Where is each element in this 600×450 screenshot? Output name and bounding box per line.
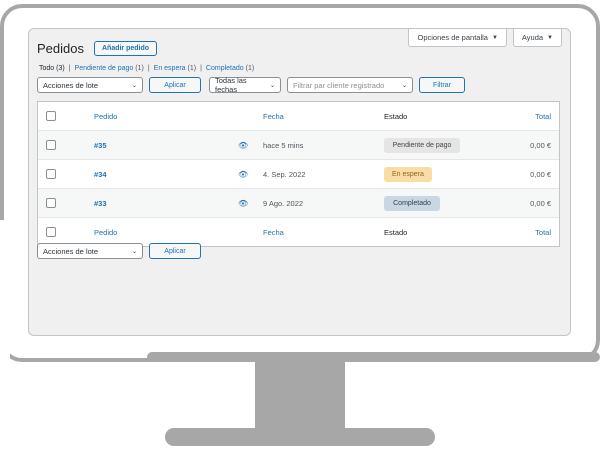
bottom-bulk-actions: Acciones de lote ⌄ Aplicar <box>37 243 201 259</box>
order-date: hace 5 mins <box>263 140 304 150</box>
monitor-stand <box>255 360 345 430</box>
table-header-row: Pedido Fecha Estado Total <box>38 102 559 130</box>
help-label: Ayuda <box>521 33 544 42</box>
admin-screen: Opciones de pantalla ▼ Ayuda ▼ Pedidos A… <box>28 28 571 336</box>
table-footer-row: Pedido Fecha Estado Total <box>38 217 559 246</box>
chevron-down-icon: ⌄ <box>401 82 407 89</box>
status-cell: En espera <box>384 166 432 182</box>
separator: | <box>200 65 202 72</box>
order-total: 0,00 € <box>530 140 551 150</box>
order-link[interactable]: #35 <box>94 141 107 150</box>
screen-options-label: Opciones de pantalla <box>417 33 488 42</box>
order-link[interactable]: #33 <box>94 199 107 208</box>
bulk-actions-select-bottom[interactable]: Acciones de lote ⌄ <box>37 243 143 259</box>
screen-options-button[interactable]: Opciones de pantalla ▼ <box>408 29 507 47</box>
order-date: 4. Sep. 2022 <box>263 169 306 179</box>
status-badge: Pendiente de pago <box>384 137 460 153</box>
page-title: Pedidos <box>37 41 84 56</box>
date-column-footer[interactable]: Fecha <box>263 228 284 237</box>
order-date: 9 Ago. 2022 <box>263 198 304 208</box>
apply-button-bottom[interactable]: Aplicar <box>149 243 201 259</box>
monitor-base <box>165 428 435 446</box>
date-filter-select[interactable]: Todas las fechas ⌄ <box>209 76 281 94</box>
eye-icon[interactable]: 👁 <box>238 199 248 208</box>
filter-bar: Acciones de lote ⌄ Aplicar Todas las fec… <box>37 76 465 94</box>
view-completed[interactable]: Completado (1) <box>206 65 254 72</box>
bulk-actions-select[interactable]: Acciones de lote ⌄ <box>37 77 143 93</box>
filter-button[interactable]: Filtrar <box>419 77 465 93</box>
separator: | <box>147 65 150 72</box>
chevron-down-icon: ⌄ <box>131 248 137 255</box>
eye-icon[interactable]: 👁 <box>238 141 248 150</box>
order-column-header[interactable]: Pedido <box>94 112 117 121</box>
monitor-bezel-gap <box>0 220 10 360</box>
table-row[interactable]: #33 👁 9 Ago. 2022 Completado 0,00 € <box>38 188 559 217</box>
apply-button[interactable]: Aplicar <box>149 77 201 93</box>
order-total: 0,00 € <box>530 169 551 179</box>
status-cell: Completado <box>384 195 440 211</box>
date-filter-value: Todas las fechas <box>215 76 247 94</box>
status-badge: Completado <box>384 195 440 211</box>
view-on-hold[interactable]: En espera (1) <box>154 65 196 72</box>
chevron-down-icon: ⌄ <box>269 82 275 89</box>
table-row[interactable]: #35 👁 hace 5 mins Pendiente de pago 0,00… <box>38 130 559 159</box>
screen-meta-links: Opciones de pantalla ▼ Ayuda ▼ <box>408 29 562 47</box>
row-checkbox[interactable] <box>46 198 56 208</box>
help-button[interactable]: Ayuda ▼ <box>512 29 562 47</box>
table-row[interactable]: #34 👁 4. Sep. 2022 En espera 0,00 € <box>38 159 559 188</box>
row-checkbox[interactable] <box>46 140 56 150</box>
order-link[interactable]: #34 <box>94 170 107 179</box>
bulk-actions-value: Acciones de lote <box>43 80 99 90</box>
total-column-footer[interactable]: Total <box>535 228 551 237</box>
status-column-header: Estado <box>384 111 408 121</box>
select-all-checkbox[interactable] <box>46 227 56 237</box>
status-badge: En espera <box>384 166 432 182</box>
view-pending[interactable]: Pendiente de pago (1) <box>75 65 144 72</box>
monitor-chin <box>147 352 600 362</box>
customer-filter-placeholder: Filtrar par cliente registrado <box>293 80 385 90</box>
status-cell: Pendiente de pago <box>384 137 460 153</box>
order-total: 0,00 € <box>530 198 551 208</box>
chevron-down-icon: ▼ <box>547 34 553 41</box>
chevron-down-icon: ▼ <box>491 34 498 41</box>
eye-icon[interactable]: 👁 <box>238 170 248 179</box>
row-checkbox[interactable] <box>46 169 56 179</box>
status-column-footer: Estado <box>384 227 408 237</box>
add-order-button[interactable]: Añadir pedido <box>93 41 158 56</box>
select-all-checkbox[interactable] <box>46 111 56 121</box>
view-all[interactable]: Todo (3) <box>39 65 65 72</box>
chevron-down-icon: ⌄ <box>131 82 137 89</box>
total-column-header[interactable]: Total <box>535 112 551 121</box>
bulk-actions-value: Acciones de lote <box>43 246 99 256</box>
orders-table: Pedido Fecha Estado Total #35 👁 hace 5 m… <box>37 101 560 247</box>
status-filter-links: Todo (3) | Pendiente de pago (1) | En es… <box>39 65 254 72</box>
page-header: Pedidos Añadir pedido <box>37 41 158 56</box>
customer-filter-select[interactable]: Filtrar par cliente registrado ⌄ <box>287 77 413 93</box>
separator: | <box>68 65 71 72</box>
order-column-footer[interactable]: Pedido <box>94 228 117 237</box>
date-column-header[interactable]: Fecha <box>263 112 284 121</box>
